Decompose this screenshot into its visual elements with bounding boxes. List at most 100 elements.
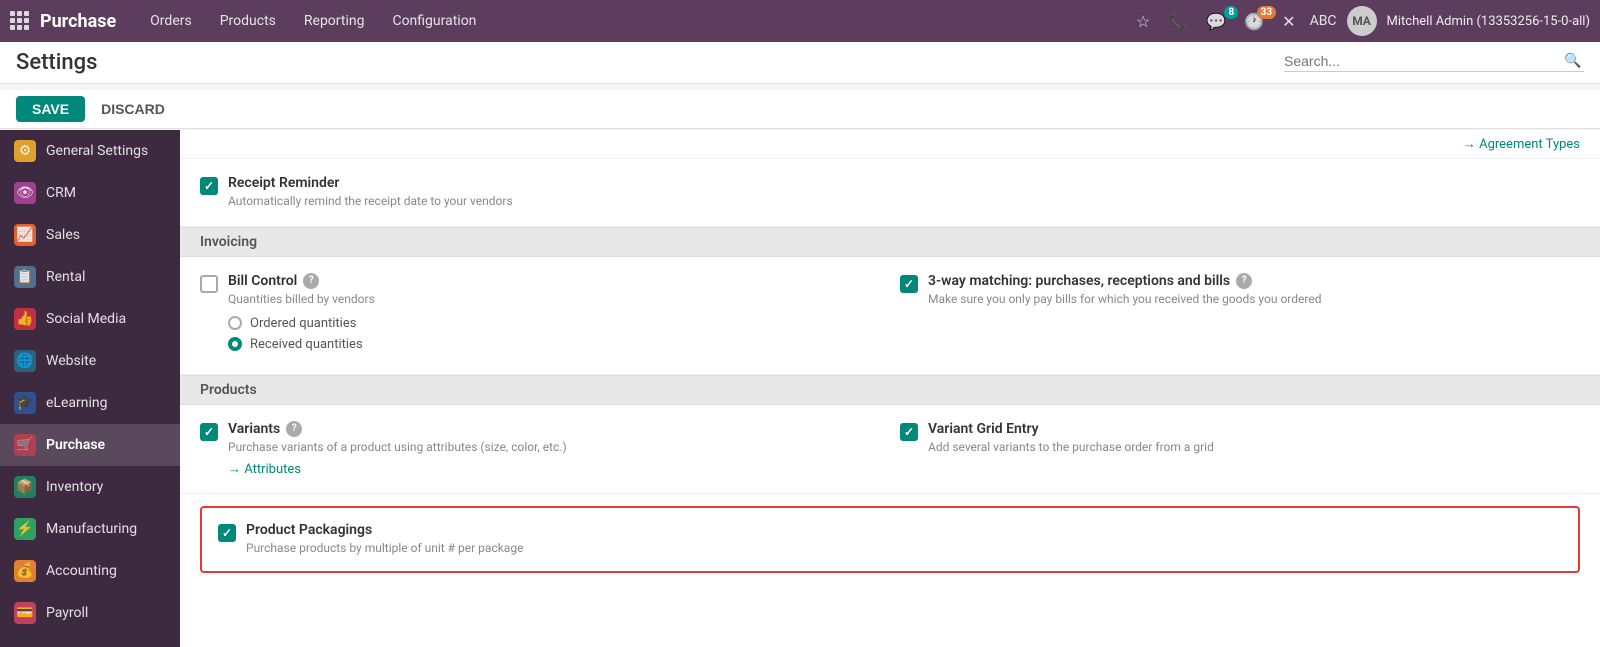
sidebar-label-accounting: Accounting xyxy=(46,563,117,579)
navbar: Purchase Orders Products Reporting Confi… xyxy=(0,0,1600,42)
sidebar-item-general-settings[interactable]: ⚙ General Settings xyxy=(0,130,180,172)
sidebar-label-crm: CRM xyxy=(46,185,76,201)
sidebar-label-sales: Sales xyxy=(46,227,80,243)
sub-header: Settings 🔍 xyxy=(0,42,1600,84)
product-packagings-checkbox[interactable]: ✓ xyxy=(218,524,236,542)
sidebar-item-purchase[interactable]: 🛒 Purchase xyxy=(0,424,180,466)
product-packagings-title: Product Packagings xyxy=(246,522,1562,538)
star-icon[interactable]: ☆ xyxy=(1132,8,1154,35)
crm-icon: 👁 xyxy=(14,182,36,204)
sidebar-label-website: Website xyxy=(46,353,96,369)
search-icon: 🔍 xyxy=(1564,53,1581,69)
invoicing-row: Bill Control ? Quantities billed by vend… xyxy=(180,257,1600,375)
bill-control-text: Bill Control ? Quantities billed by vend… xyxy=(228,273,880,358)
website-icon: 🌐 xyxy=(14,350,36,372)
three-way-matching-checked: ✓ xyxy=(900,275,918,293)
sidebar-item-sales[interactable]: 📈 Sales xyxy=(0,214,180,256)
main-content: Agreement Types ✓ Receipt Reminder Autom… xyxy=(180,130,1600,647)
receipt-reminder-checkbox[interactable]: ✓ xyxy=(200,177,218,195)
radio-received-label: Received quantities xyxy=(250,337,363,352)
variants-checked: ✓ xyxy=(200,423,218,441)
variant-grid-entry-checkbox[interactable]: ✓ xyxy=(900,423,918,441)
btn-row: SAVE DISCARD xyxy=(0,90,1600,129)
sidebar: ⚙ General Settings 👁 CRM 📈 Sales 📋 Renta… xyxy=(0,130,180,647)
radio-ordered-quantities[interactable]: Ordered quantities xyxy=(228,316,880,331)
sidebar-item-website[interactable]: 🌐 Website xyxy=(0,340,180,382)
agreement-types-link[interactable]: Agreement Types xyxy=(1463,137,1580,152)
products-section-header: Products xyxy=(180,375,1600,405)
variants-text: Variants ? Purchase variants of a produc… xyxy=(228,421,880,478)
avatar[interactable]: MA xyxy=(1347,6,1377,36)
elearning-icon: 🎓 xyxy=(14,392,36,414)
clock-badge: 33 xyxy=(1257,6,1276,19)
radio-received-circle xyxy=(228,337,242,351)
content-area: Agreement Types ✓ Receipt Reminder Autom… xyxy=(180,130,1600,573)
manufacturing-icon: ⚡ xyxy=(14,518,36,540)
clock-icon-wrap[interactable]: 🕐 33 xyxy=(1240,12,1268,31)
nav-products[interactable]: Products xyxy=(208,7,288,35)
sidebar-label-purchase: Purchase xyxy=(46,437,105,453)
products-row: ✓ Variants ? Purchase variants of a prod… xyxy=(180,405,1600,495)
invoicing-section-header: Invoicing xyxy=(180,227,1600,257)
sidebar-item-social-media[interactable]: 👍 Social Media xyxy=(0,298,180,340)
navbar-right: ☆ 📞 💬 8 🕐 33 ✕ ABC MA Mitchell Admin (13… xyxy=(1132,6,1590,36)
close-icon[interactable]: ✕ xyxy=(1278,8,1299,35)
bill-control-unchecked xyxy=(200,275,218,293)
inventory-icon: 📦 xyxy=(14,476,36,498)
sidebar-label-social-media: Social Media xyxy=(46,311,126,327)
sidebar-item-accounting[interactable]: 💰 Accounting xyxy=(0,550,180,592)
phone-icon[interactable]: 📞 xyxy=(1164,8,1192,35)
navbar-brand[interactable]: Purchase xyxy=(40,11,116,32)
accounting-icon: 💰 xyxy=(14,560,36,582)
receipt-reminder-title: Receipt Reminder xyxy=(228,175,1580,191)
messages-icon-wrap[interactable]: 💬 8 xyxy=(1202,12,1230,31)
attributes-link[interactable]: Attributes xyxy=(228,461,301,477)
radio-ordered-label: Ordered quantities xyxy=(250,316,356,331)
variants-desc: Purchase variants of a product using att… xyxy=(228,439,880,456)
sidebar-label-inventory: Inventory xyxy=(46,479,103,495)
product-packagings-text: Product Packagings Purchase products by … xyxy=(246,522,1562,557)
variant-grid-entry-desc: Add several variants to the purchase ord… xyxy=(928,439,1580,456)
general-settings-icon: ⚙ xyxy=(14,140,36,162)
sidebar-label-rental: Rental xyxy=(46,269,85,285)
top-link-area: Agreement Types xyxy=(180,130,1600,159)
payroll-icon: 💳 xyxy=(14,602,36,624)
receipt-reminder-text: Receipt Reminder Automatically remind th… xyxy=(228,175,1580,210)
sidebar-item-elearning[interactable]: 🎓 eLearning xyxy=(0,382,180,424)
search-input[interactable] xyxy=(1284,53,1564,69)
radio-ordered-circle xyxy=(228,316,242,330)
bill-control-desc: Quantities billed by vendors xyxy=(228,291,880,308)
variant-grid-entry-col: ✓ Variant Grid Entry Add several variant… xyxy=(900,421,1580,478)
sidebar-label-general-settings: General Settings xyxy=(46,143,148,159)
variants-title: Variants ? xyxy=(228,421,880,437)
nav-orders[interactable]: Orders xyxy=(138,7,204,35)
variants-checkbox[interactable]: ✓ xyxy=(200,423,218,441)
sidebar-item-inventory[interactable]: 📦 Inventory xyxy=(0,466,180,508)
sidebar-label-manufacturing: Manufacturing xyxy=(46,521,137,537)
page-title: Settings xyxy=(16,50,97,75)
bill-control-checkbox[interactable] xyxy=(200,275,218,293)
user-initials: ABC xyxy=(1310,13,1337,29)
sales-icon: 📈 xyxy=(14,224,36,246)
nav-configuration[interactable]: Configuration xyxy=(380,7,488,35)
messages-badge: 8 xyxy=(1224,6,1238,19)
variant-grid-entry-title: Variant Grid Entry xyxy=(928,421,1580,437)
receipt-reminder-desc: Automatically remind the receipt date to… xyxy=(228,193,1580,210)
variant-grid-entry-checked: ✓ xyxy=(900,423,918,441)
social-icon: 👍 xyxy=(14,308,36,330)
discard-button[interactable]: DISCARD xyxy=(93,96,173,122)
receipt-reminder-row: ✓ Receipt Reminder Automatically remind … xyxy=(180,159,1600,227)
radio-received-quantities[interactable]: Received quantities xyxy=(228,337,880,352)
grid-menu-icon[interactable] xyxy=(10,11,30,31)
rental-icon: 📋 xyxy=(14,266,36,288)
sidebar-item-payroll[interactable]: 💳 Payroll xyxy=(0,592,180,634)
three-way-info-icon: ? xyxy=(1236,273,1252,289)
sidebar-item-rental[interactable]: 📋 Rental xyxy=(0,256,180,298)
sidebar-item-manufacturing[interactable]: ⚡ Manufacturing xyxy=(0,508,180,550)
save-button[interactable]: SAVE xyxy=(16,96,85,122)
nav-reporting[interactable]: Reporting xyxy=(292,7,377,35)
product-packagings-desc: Purchase products by multiple of unit # … xyxy=(246,540,1562,557)
sidebar-item-crm[interactable]: 👁 CRM xyxy=(0,172,180,214)
three-way-matching-checkbox[interactable]: ✓ xyxy=(900,275,918,293)
sidebar-label-payroll: Payroll xyxy=(46,605,88,621)
